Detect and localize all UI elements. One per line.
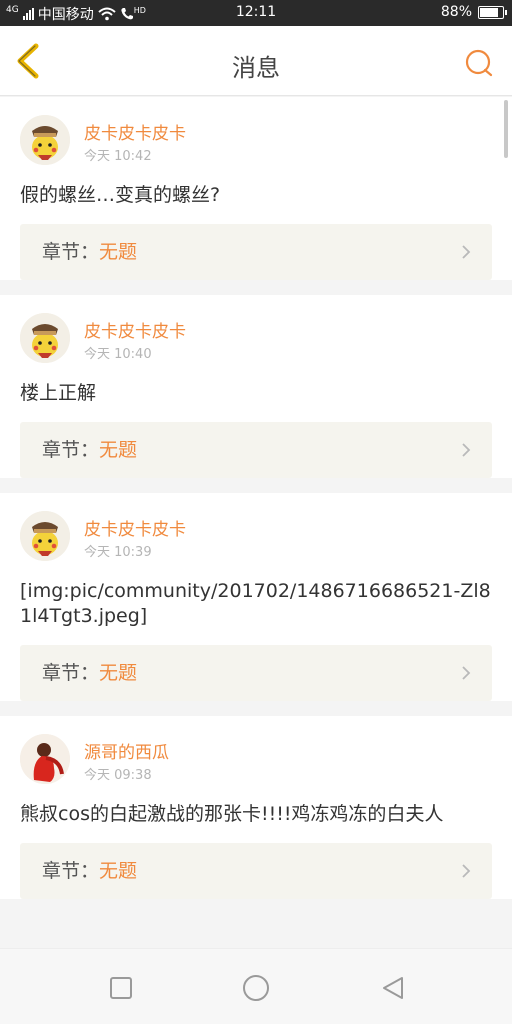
chapter-link[interactable]: 章节：无题 [20, 843, 492, 899]
user-name[interactable]: 皮卡皮卡皮卡 [84, 317, 186, 342]
message-header: 皮卡皮卡皮卡今天 10:42 [20, 97, 492, 183]
user-name[interactable]: 皮卡皮卡皮卡 [84, 515, 186, 540]
chapter-label: 章节： [42, 439, 100, 461]
chevron-right-icon [462, 245, 471, 259]
message-time: 今天 09:38 [84, 768, 152, 783]
avatar[interactable] [20, 511, 70, 561]
chapter-link[interactable]: 章节：无题 [20, 645, 492, 701]
message-content: 楼上正解 [20, 382, 97, 404]
message-card[interactable]: 皮卡皮卡皮卡 今天 10:42 假的螺丝…变真的螺丝? 章节：无题 [0, 97, 512, 280]
battery-icon [478, 5, 507, 19]
chevron-right-icon [462, 864, 471, 878]
message-time: 今天 10:40 [84, 347, 152, 362]
battery-percent: 88% [440, 4, 472, 20]
message-header: 皮卡皮卡皮卡今天 10:39 [20, 493, 492, 579]
user-name[interactable]: 皮卡皮卡皮卡 [84, 119, 186, 144]
chevron-right-icon [462, 443, 471, 457]
circle-icon [243, 975, 269, 1001]
system-nav-bar [0, 948, 512, 1024]
chapter-label: 章节： [42, 662, 100, 684]
message-time: 今天 10:39 [84, 545, 152, 560]
home-button[interactable] [242, 974, 270, 1002]
scrollbar[interactable] [504, 100, 508, 158]
message-header: 皮卡皮卡皮卡今天 10:40 [20, 295, 492, 381]
message-header: 源哥的西瓜今天 09:38 [20, 716, 492, 802]
chapter-value: 无题 [99, 241, 138, 263]
pikachu-icon [20, 511, 70, 561]
message-content: [img:pic/community/201702/1486716686521-… [20, 580, 491, 627]
chapter-label: 章节： [42, 860, 100, 882]
message-card[interactable]: 源哥的西瓜 今天 09:38 熊叔cos的白起激战的那张卡!!!!鸡冻鸡冻的白夫人章… [0, 716, 512, 899]
avatar[interactable] [20, 313, 70, 363]
message-content: 熊叔cos的白起激战的那张卡!!!!鸡冻鸡冻的白夫人 [20, 803, 444, 825]
triangle-back-icon [383, 977, 403, 999]
message-card[interactable]: 皮卡皮卡皮卡 今天 10:39 [img:pic/community/201702/… [0, 493, 512, 701]
status-right: 88% [440, 4, 507, 20]
message-content: 假的螺丝…变真的螺丝? [20, 184, 221, 206]
pikachu-icon [20, 115, 70, 165]
user-name[interactable]: 源哥的西瓜 [84, 738, 169, 763]
back-nav-button[interactable] [380, 975, 406, 1001]
header: 消息 [0, 26, 512, 96]
avatar[interactable] [20, 734, 70, 784]
status-time: 12:11 [235, 4, 277, 20]
chevron-right-icon [462, 666, 471, 680]
recent-apps-button[interactable] [108, 975, 134, 1001]
chapter-link[interactable]: 章节：无题 [20, 422, 492, 478]
chapter-value: 无题 [99, 662, 138, 684]
chapter-link[interactable]: 章节：无题 [20, 224, 492, 280]
page-title: 消息 [232, 54, 280, 82]
search-button[interactable] [464, 48, 494, 78]
message-list[interactable]: 皮卡皮卡皮卡 今天 10:42 假的螺丝…变真的螺丝? 章节：无题 皮卡皮卡皮卡 今天 1… [0, 97, 512, 948]
avatar[interactable] [20, 115, 70, 165]
message-card[interactable]: 皮卡皮卡皮卡 今天 10:40 楼上正解 章节：无题 [0, 295, 512, 478]
search-icon [465, 49, 493, 77]
status-bar: 4G 中国移动 HD 12:11 88% [0, 0, 512, 26]
chapter-label: 章节： [42, 241, 100, 263]
message-time: 今天 10:42 [84, 149, 152, 164]
square-icon [110, 977, 132, 999]
pikachu-icon [20, 313, 70, 363]
chapter-value: 无题 [99, 860, 138, 882]
chapter-value: 无题 [99, 439, 138, 461]
red-figure-icon [20, 734, 70, 784]
